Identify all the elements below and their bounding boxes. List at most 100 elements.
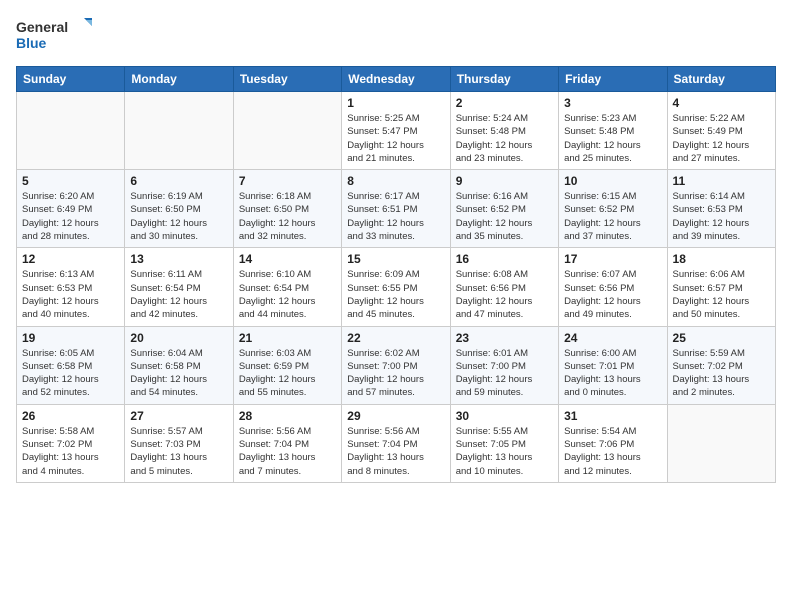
day-header-wednesday: Wednesday (342, 67, 450, 92)
day-info: Sunrise: 6:03 AM Sunset: 6:59 PM Dayligh… (239, 347, 336, 400)
day-info: Sunrise: 6:02 AM Sunset: 7:00 PM Dayligh… (347, 347, 444, 400)
svg-text:General: General (16, 19, 68, 35)
day-cell: 13 Sunrise: 6:11 AM Sunset: 6:54 PM Dayli… (125, 248, 233, 326)
day-cell: 11Sunrise: 6:14 AM Sunset: 6:53 PM Dayli… (667, 170, 775, 248)
day-cell: 15 Sunrise: 6:09 AM Sunset: 6:55 PM Dayli… (342, 248, 450, 326)
day-cell (233, 92, 341, 170)
day-number: 7 (239, 174, 336, 188)
day-cell: 10 Sunrise: 6:15 AM Sunset: 6:52 PM Dayli… (559, 170, 667, 248)
day-cell: 18 Sunrise: 6:06 AM Sunset: 6:57 PM Dayli… (667, 248, 775, 326)
calendar-body: 1 Sunrise: 5:25 AM Sunset: 5:47 PM Daylig… (17, 92, 776, 483)
day-info: Sunrise: 5:25 AM Sunset: 5:47 PM Dayligh… (347, 112, 444, 165)
day-info: Sunrise: 6:07 AM Sunset: 6:56 PM Dayligh… (564, 268, 661, 321)
day-info: Sunrise: 6:10 AM Sunset: 6:54 PM Dayligh… (239, 268, 336, 321)
day-number: 13 (130, 252, 227, 266)
day-cell: 26 Sunrise: 5:58 AM Sunset: 7:02 PM Dayli… (17, 404, 125, 482)
day-number: 14 (239, 252, 336, 266)
day-cell: 6 Sunrise: 6:19 AM Sunset: 6:50 PM Daylig… (125, 170, 233, 248)
week-row-5: 26 Sunrise: 5:58 AM Sunset: 7:02 PM Dayli… (17, 404, 776, 482)
day-number: 3 (564, 96, 661, 110)
day-cell: 21Sunrise: 6:03 AM Sunset: 6:59 PM Dayli… (233, 326, 341, 404)
day-cell: 16 Sunrise: 6:08 AM Sunset: 6:56 PM Dayli… (450, 248, 558, 326)
day-number: 23 (456, 331, 553, 345)
day-number: 17 (564, 252, 661, 266)
days-row: SundayMondayTuesdayWednesdayThursdayFrid… (17, 67, 776, 92)
day-number: 27 (130, 409, 227, 423)
day-number: 12 (22, 252, 119, 266)
day-number: 8 (347, 174, 444, 188)
day-cell: 3 Sunrise: 5:23 AM Sunset: 5:48 PM Daylig… (559, 92, 667, 170)
day-info: Sunrise: 6:19 AM Sunset: 6:50 PM Dayligh… (130, 190, 227, 243)
day-info: Sunrise: 6:06 AM Sunset: 6:57 PM Dayligh… (673, 268, 770, 321)
day-header-sunday: Sunday (17, 67, 125, 92)
day-number: 5 (22, 174, 119, 188)
day-cell: 9Sunrise: 6:16 AM Sunset: 6:52 PM Daylig… (450, 170, 558, 248)
day-number: 20 (130, 331, 227, 345)
day-number: 4 (673, 96, 770, 110)
day-number: 10 (564, 174, 661, 188)
day-cell: 28 Sunrise: 5:56 AM Sunset: 7:04 PM Dayli… (233, 404, 341, 482)
day-info: Sunrise: 5:56 AM Sunset: 7:04 PM Dayligh… (239, 425, 336, 478)
day-info: Sunrise: 5:55 AM Sunset: 7:05 PM Dayligh… (456, 425, 553, 478)
day-cell: 31 Sunrise: 5:54 AM Sunset: 7:06 PM Dayli… (559, 404, 667, 482)
day-number: 16 (456, 252, 553, 266)
week-row-4: 19Sunrise: 6:05 AM Sunset: 6:58 PM Dayli… (17, 326, 776, 404)
day-info: Sunrise: 6:11 AM Sunset: 6:54 PM Dayligh… (130, 268, 227, 321)
day-cell (17, 92, 125, 170)
logo-svg: General Blue (16, 16, 96, 56)
day-header-friday: Friday (559, 67, 667, 92)
day-info: Sunrise: 6:00 AM Sunset: 7:01 PM Dayligh… (564, 347, 661, 400)
day-info: Sunrise: 5:58 AM Sunset: 7:02 PM Dayligh… (22, 425, 119, 478)
day-info: Sunrise: 5:23 AM Sunset: 5:48 PM Dayligh… (564, 112, 661, 165)
day-number: 28 (239, 409, 336, 423)
day-number: 2 (456, 96, 553, 110)
day-info: Sunrise: 5:56 AM Sunset: 7:04 PM Dayligh… (347, 425, 444, 478)
day-cell: 22 Sunrise: 6:02 AM Sunset: 7:00 PM Dayli… (342, 326, 450, 404)
day-cell: 8 Sunrise: 6:17 AM Sunset: 6:51 PM Daylig… (342, 170, 450, 248)
day-number: 6 (130, 174, 227, 188)
day-header-monday: Monday (125, 67, 233, 92)
page-header: General Blue (16, 16, 776, 56)
day-cell (667, 404, 775, 482)
day-cell: 1 Sunrise: 5:25 AM Sunset: 5:47 PM Daylig… (342, 92, 450, 170)
day-number: 1 (347, 96, 444, 110)
day-number: 29 (347, 409, 444, 423)
day-info: Sunrise: 5:59 AM Sunset: 7:02 PM Dayligh… (673, 347, 770, 400)
day-info: Sunrise: 6:05 AM Sunset: 6:58 PM Dayligh… (22, 347, 119, 400)
calendar-header: SundayMondayTuesdayWednesdayThursdayFrid… (17, 67, 776, 92)
day-info: Sunrise: 5:54 AM Sunset: 7:06 PM Dayligh… (564, 425, 661, 478)
day-cell (125, 92, 233, 170)
day-info: Sunrise: 5:22 AM Sunset: 5:49 PM Dayligh… (673, 112, 770, 165)
day-number: 22 (347, 331, 444, 345)
day-cell: 2 Sunrise: 5:24 AM Sunset: 5:48 PM Daylig… (450, 92, 558, 170)
day-info: Sunrise: 6:17 AM Sunset: 6:51 PM Dayligh… (347, 190, 444, 243)
day-info: Sunrise: 6:20 AM Sunset: 6:49 PM Dayligh… (22, 190, 119, 243)
day-number: 30 (456, 409, 553, 423)
day-number: 31 (564, 409, 661, 423)
day-number: 26 (22, 409, 119, 423)
day-cell: 20 Sunrise: 6:04 AM Sunset: 6:58 PM Dayli… (125, 326, 233, 404)
day-cell: 30 Sunrise: 5:55 AM Sunset: 7:05 PM Dayli… (450, 404, 558, 482)
day-info: Sunrise: 6:15 AM Sunset: 6:52 PM Dayligh… (564, 190, 661, 243)
day-cell: 25 Sunrise: 5:59 AM Sunset: 7:02 PM Dayli… (667, 326, 775, 404)
day-cell: 27 Sunrise: 5:57 AM Sunset: 7:03 PM Dayli… (125, 404, 233, 482)
day-number: 15 (347, 252, 444, 266)
day-header-saturday: Saturday (667, 67, 775, 92)
svg-text:Blue: Blue (16, 35, 47, 51)
week-row-3: 12 Sunrise: 6:13 AM Sunset: 6:53 PM Dayli… (17, 248, 776, 326)
day-cell: 14 Sunrise: 6:10 AM Sunset: 6:54 PM Dayli… (233, 248, 341, 326)
day-info: Sunrise: 6:08 AM Sunset: 6:56 PM Dayligh… (456, 268, 553, 321)
day-info: Sunrise: 5:57 AM Sunset: 7:03 PM Dayligh… (130, 425, 227, 478)
day-info: Sunrise: 6:09 AM Sunset: 6:55 PM Dayligh… (347, 268, 444, 321)
day-number: 18 (673, 252, 770, 266)
week-row-2: 5 Sunrise: 6:20 AM Sunset: 6:49 PM Daylig… (17, 170, 776, 248)
day-cell: 17 Sunrise: 6:07 AM Sunset: 6:56 PM Dayli… (559, 248, 667, 326)
day-number: 25 (673, 331, 770, 345)
day-info: Sunrise: 6:13 AM Sunset: 6:53 PM Dayligh… (22, 268, 119, 321)
day-info: Sunrise: 6:04 AM Sunset: 6:58 PM Dayligh… (130, 347, 227, 400)
day-number: 11 (673, 174, 770, 188)
day-cell: 29 Sunrise: 5:56 AM Sunset: 7:04 PM Dayli… (342, 404, 450, 482)
day-cell: 24Sunrise: 6:00 AM Sunset: 7:01 PM Dayli… (559, 326, 667, 404)
day-info: Sunrise: 5:24 AM Sunset: 5:48 PM Dayligh… (456, 112, 553, 165)
day-header-thursday: Thursday (450, 67, 558, 92)
